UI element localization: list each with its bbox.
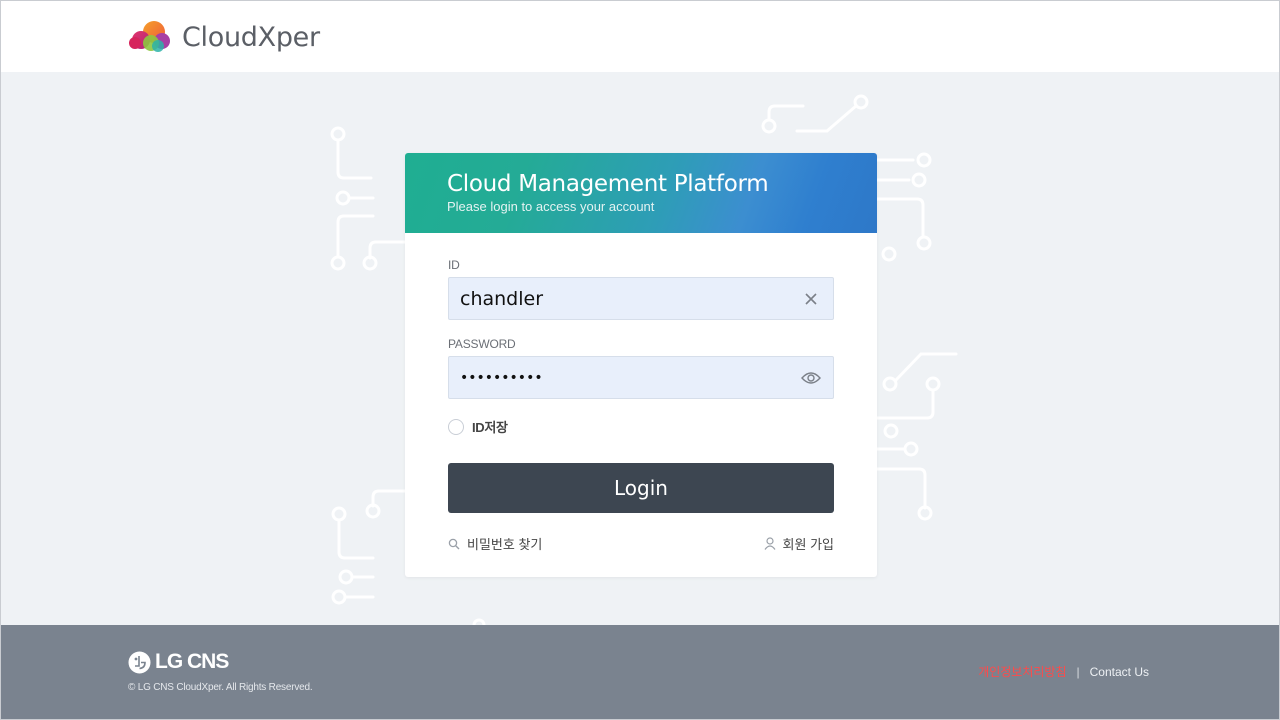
company-logo-text: LG CNS	[155, 650, 229, 673]
search-icon	[448, 538, 460, 549]
password-field	[448, 356, 834, 399]
signup-link[interactable]: 회원 가입	[764, 534, 834, 553]
signup-label: 회원 가입	[782, 537, 834, 552]
privacy-policy-link[interactable]: 개인정보처리방침	[978, 663, 1066, 680]
password-label: PASSWORD	[448, 337, 516, 351]
login-button[interactable]: Login	[448, 463, 834, 513]
card-title: Cloud Management Platform	[447, 171, 769, 197]
id-label: ID	[448, 258, 460, 272]
id-input[interactable]	[449, 278, 789, 319]
save-id-radio[interactable]	[448, 418, 464, 435]
copyright-text: © LG CNS CloudXper. All Rights Reserved.	[128, 682, 313, 693]
id-field	[448, 277, 834, 320]
footer-links: 개인정보처리방침 | Contact Us	[978, 663, 1149, 680]
eye-icon[interactable]	[801, 368, 821, 388]
cloud-logo-icon	[129, 21, 170, 52]
login-card-header: Cloud Management Platform Please login t…	[405, 153, 877, 233]
user-icon	[764, 537, 776, 550]
close-icon[interactable]	[801, 289, 821, 309]
cloudxper-logo[interactable]: CloudXper	[128, 17, 320, 57]
footer: LG CNS © LG CNS CloudXper. All Rights Re…	[1, 625, 1279, 719]
contact-us-link[interactable]: Contact Us	[1090, 665, 1149, 679]
login-card: Cloud Management Platform Please login t…	[405, 153, 877, 577]
lg-face-icon	[128, 651, 151, 673]
brand-name: CloudXper	[182, 21, 320, 53]
password-input[interactable]	[449, 357, 789, 398]
top-header: CloudXper	[1, 1, 1279, 72]
find-password-link[interactable]: 비밀번호 찾기	[448, 534, 542, 553]
save-id-option[interactable]: ID저장	[448, 417, 508, 436]
card-subtitle: Please login to access your account	[447, 199, 655, 214]
lg-cns-logo: LG CNS	[128, 650, 229, 674]
save-id-label[interactable]: ID저장	[472, 417, 508, 436]
footer-separator: |	[1076, 664, 1080, 679]
find-password-label: 비밀번호 찾기	[467, 537, 543, 552]
